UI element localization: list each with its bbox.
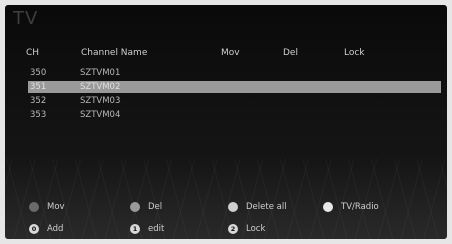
lock-key-label: Lock bbox=[246, 224, 266, 234]
mov-key-label: Mov bbox=[47, 202, 65, 212]
channel-name: SZTVM04 bbox=[80, 110, 121, 120]
column-header-mov: Mov bbox=[221, 48, 240, 58]
channel-row[interactable]: 352 SZTVM03 bbox=[28, 95, 441, 107]
mov-key-hint[interactable]: Mov bbox=[29, 201, 65, 213]
dark-dot-icon bbox=[29, 202, 39, 212]
channel-name: SZTVM02 bbox=[80, 82, 121, 92]
lock-key-hint[interactable]: 2 Lock bbox=[228, 223, 265, 235]
channel-number: 353 bbox=[30, 110, 47, 120]
key-0-icon: 0 bbox=[29, 224, 39, 234]
column-header-lock: Lock bbox=[344, 48, 365, 58]
light-dot-icon bbox=[228, 202, 238, 212]
channel-row[interactable]: 350 SZTVM01 bbox=[28, 67, 441, 79]
key-1-icon: 1 bbox=[130, 224, 140, 234]
channel-number: 351 bbox=[30, 82, 47, 92]
tv-radio-key-hint[interactable]: TV/Radio bbox=[323, 201, 379, 213]
key-2-icon: 2 bbox=[228, 224, 238, 234]
column-header-del: Del bbox=[283, 48, 298, 58]
channel-name: SZTVM03 bbox=[80, 96, 121, 106]
channel-number: 352 bbox=[30, 96, 47, 106]
del-key-hint[interactable]: Del bbox=[130, 201, 162, 213]
edit-key-hint[interactable]: 1 edit bbox=[130, 223, 164, 235]
column-header-channel-name: Channel Name bbox=[81, 48, 148, 58]
white-dot-icon bbox=[323, 202, 333, 212]
background-floor bbox=[5, 159, 447, 239]
tv-radio-key-label: TV/Radio bbox=[341, 202, 379, 212]
delete-all-key-label: Delete all bbox=[246, 202, 287, 212]
edit-key-label: edit bbox=[148, 224, 165, 234]
del-key-label: Del bbox=[148, 202, 163, 212]
gray-dot-icon bbox=[130, 202, 140, 212]
channel-number: 350 bbox=[30, 68, 47, 78]
channel-row-selected[interactable]: 351 SZTVM02 bbox=[28, 81, 441, 93]
column-header-ch: CH bbox=[26, 48, 40, 58]
channel-name: SZTVM01 bbox=[80, 68, 121, 78]
add-key-label: Add bbox=[47, 224, 64, 234]
delete-all-key-hint[interactable]: Delete all bbox=[228, 201, 287, 213]
add-key-hint[interactable]: 0 Add bbox=[29, 223, 63, 235]
channel-row[interactable]: 353 SZTVM04 bbox=[28, 109, 441, 121]
channel-edit-screen: TV CH Channel Name Mov Del Lock 350 SZTV… bbox=[5, 5, 447, 239]
page-title: TV bbox=[13, 8, 39, 29]
